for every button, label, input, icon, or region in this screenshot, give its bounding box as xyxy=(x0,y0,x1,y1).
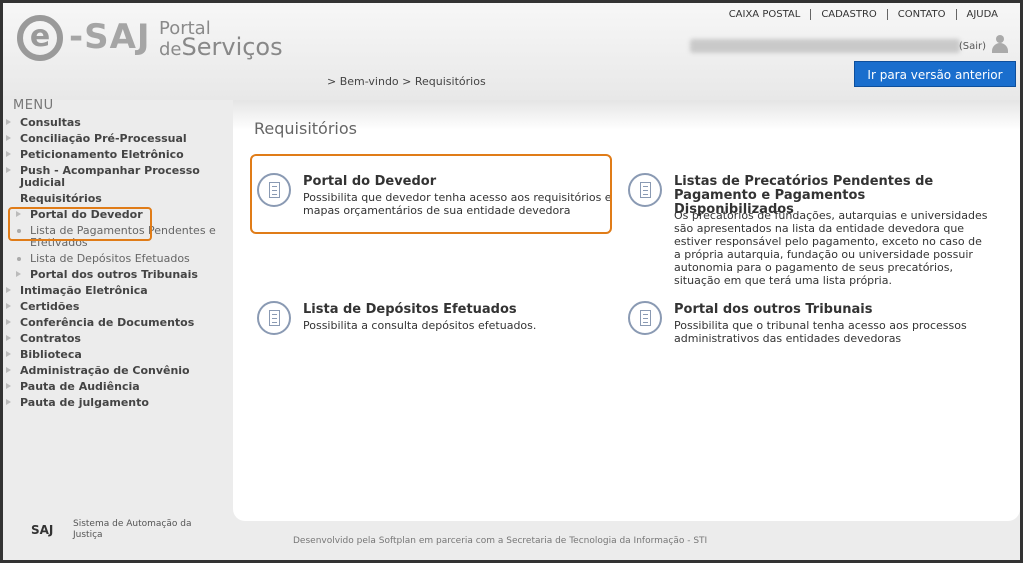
card-description: Os precatórios de fundações, autarquias … xyxy=(674,209,988,287)
menu-item-intimacao[interactable]: Intimação Eletrônica xyxy=(3,285,231,297)
menu-item-label: Certidões xyxy=(20,300,80,313)
card-listas-precatorios[interactable]: Listas de Precatórios Pendentes de Pagam… xyxy=(628,173,998,293)
menu-item-label: Push - Acompanhar Processo Judicial xyxy=(20,164,200,189)
submenu-portal-outros-tribunais[interactable]: Portal dos outros Tribunais xyxy=(3,269,231,281)
toplink-cadastro[interactable]: CADASTRO xyxy=(810,9,886,20)
arrow-icon xyxy=(6,287,11,293)
menu-item-biblioteca[interactable]: Biblioteca xyxy=(3,349,231,361)
menu-item-pauta-julgamento[interactable]: Pauta de julgamento xyxy=(3,397,231,409)
menu-item-label: Intimação Eletrônica xyxy=(20,284,148,297)
card-title[interactable]: Portal dos outros Tribunais xyxy=(674,303,872,317)
breadcrumb: > Bem-vindo > Requisitórios xyxy=(327,75,486,88)
arrow-icon xyxy=(6,119,11,125)
logo-saj-text: -SAJ xyxy=(69,17,151,57)
menu-item-requisitorios[interactable]: Requisitórios xyxy=(3,193,231,205)
menu-item-push[interactable]: Push - Acompanhar Processo Judicial xyxy=(3,165,231,189)
esaj-logo[interactable]: e -SAJ Portal deServiços xyxy=(17,15,287,65)
arrow-icon xyxy=(6,351,11,357)
arrow-icon xyxy=(6,335,11,341)
menu-item-administracao[interactable]: Administração de Convênio xyxy=(3,365,231,377)
arrow-icon xyxy=(6,367,11,373)
document-icon xyxy=(628,301,662,335)
document-icon xyxy=(257,301,291,335)
menu-item-label: Biblioteca xyxy=(20,348,82,361)
previous-version-button[interactable]: Ir para versão anterior xyxy=(854,61,1016,87)
card-portal-outros-tribunais[interactable]: Portal dos outros Tribunais Possibilita … xyxy=(628,301,998,351)
menu-item-peticionamento[interactable]: Peticionamento Eletrônico xyxy=(3,149,231,161)
footer-saj-logo: SAJ xyxy=(31,523,54,537)
header: e -SAJ Portal deServiços CAIXA POSTAL CA… xyxy=(3,3,1020,100)
menu-item-pauta-audiencia[interactable]: Pauta de Audiência xyxy=(3,381,231,393)
arrow-icon xyxy=(6,319,11,325)
menu-item-label: Pauta de Audiência xyxy=(20,380,140,393)
menu-item-label: Peticionamento Eletrônico xyxy=(20,148,184,161)
card-description: Possibilita a consulta depósitos efetuad… xyxy=(303,319,537,332)
arrow-icon xyxy=(6,151,11,157)
document-icon xyxy=(628,173,662,207)
menu-item-label: Pauta de julgamento xyxy=(20,396,149,409)
arrow-icon xyxy=(6,167,11,173)
menu-item-conciliacao[interactable]: Conciliação Pré-Processual xyxy=(3,133,231,145)
menu-title: MENU xyxy=(13,98,54,113)
menu-item-consultas[interactable]: Consultas xyxy=(3,117,231,129)
arrow-icon xyxy=(16,271,21,277)
card-title[interactable]: Lista de Depósitos Efetuados xyxy=(303,303,517,317)
card-description: Possibilita que o tribunal tenha acesso … xyxy=(674,319,967,345)
bullet-icon xyxy=(17,257,21,261)
user-name-redacted xyxy=(690,39,960,53)
menu-item-label: Contratos xyxy=(20,332,81,345)
footer-system-name: Sistema de Automação da Justiça xyxy=(73,519,192,540)
menu-item-certidoes[interactable]: Certidões xyxy=(3,301,231,313)
toplink-contato[interactable]: CONTATO xyxy=(886,9,956,20)
menu-item-label: Administração de Convênio xyxy=(20,364,190,377)
logo-portal-text: Portal deServiços xyxy=(159,19,283,59)
toplink-caixa-postal[interactable]: CAIXA POSTAL xyxy=(719,9,811,20)
sidebar-menu: Consultas Conciliação Pré-Processual Pet… xyxy=(3,117,231,501)
submenu-label: Lista de Depósitos Efetuados xyxy=(30,252,190,265)
menu-item-label: Consultas xyxy=(20,116,81,129)
logo-portal-line2: Serviços xyxy=(181,33,283,61)
browser-frame: e -SAJ Portal deServiços CAIXA POSTAL CA… xyxy=(0,0,1023,563)
menu-item-label: Requisitórios xyxy=(20,192,102,205)
logo-e-mark: e xyxy=(17,15,63,61)
highlight-box-card xyxy=(250,154,612,234)
top-links: CAIXA POSTAL CADASTRO CONTATO AJUDA xyxy=(719,9,1008,20)
page-title: Requisitórios xyxy=(254,119,357,138)
card-lista-depositos[interactable]: Lista de Depósitos Efetuados Possibilita… xyxy=(257,301,607,341)
user-icon xyxy=(992,35,1008,53)
menu-item-contratos[interactable]: Contratos xyxy=(3,333,231,345)
arrow-icon xyxy=(6,135,11,141)
toplink-ajuda[interactable]: AJUDA xyxy=(955,9,1008,20)
menu-item-conferencia[interactable]: Conferência de Documentos xyxy=(3,317,231,329)
logo-portal-de: de xyxy=(159,39,182,60)
arrow-icon xyxy=(6,303,11,309)
logout-link[interactable]: (Sair) xyxy=(959,41,986,52)
footer-credits: Desenvolvido pela Softplan em parceria c… xyxy=(293,536,708,546)
submenu-label: Portal dos outros Tribunais xyxy=(30,268,198,281)
menu-item-label: Conferência de Documentos xyxy=(20,316,195,329)
submenu-lista-depositos[interactable]: Lista de Depósitos Efetuados xyxy=(3,253,231,265)
arrow-icon xyxy=(6,383,11,389)
menu-item-label: Conciliação Pré-Processual xyxy=(20,132,187,145)
arrow-icon xyxy=(6,399,11,405)
highlight-box-menu xyxy=(8,207,152,241)
